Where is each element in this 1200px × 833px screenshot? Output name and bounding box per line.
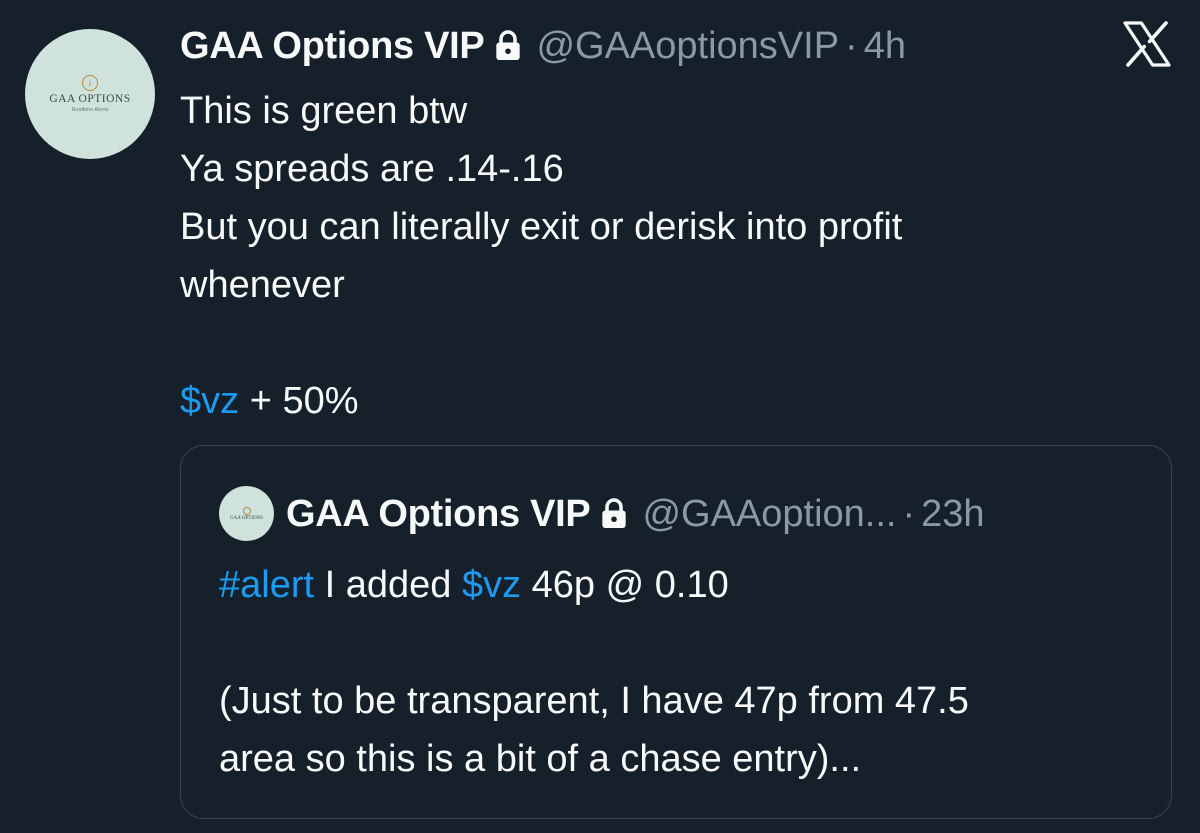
- separator-dot: ·: [845, 24, 858, 67]
- x-logo-icon[interactable]: [1123, 21, 1171, 67]
- quoted-handle[interactable]: @GAAoption...: [642, 493, 896, 536]
- quoted-tweet-header: GAA Options VIP @GAAoption... · 23h: [286, 486, 985, 542]
- separator-dot: ·: [902, 492, 916, 535]
- quoted-tweet-text: #alert I added $vz 46p @ 0.10 (Just to b…: [219, 556, 1149, 788]
- tweet-text-line: $vz + 50%: [180, 372, 1130, 430]
- quoted-tweet[interactable]: GAA OPTIONS GAA Options VIP @GAAoption..…: [180, 445, 1172, 819]
- quoted-avatar[interactable]: GAA OPTIONS: [219, 486, 274, 541]
- tweet-text-line: [180, 314, 1130, 372]
- timestamp[interactable]: 4h: [864, 25, 906, 68]
- quoted-text-part: 46p @ 0.10: [521, 564, 729, 606]
- lock-icon: [496, 30, 521, 60]
- tweet-text-line: This is green btw: [180, 90, 468, 132]
- tweet-text-line: But you can literally exit or derisk int…: [180, 206, 903, 248]
- logo-mark-icon: [242, 506, 251, 515]
- logo-mark-icon: i: [82, 74, 98, 91]
- quoted-timestamp[interactable]: 23h: [921, 493, 984, 536]
- display-name[interactable]: GAA Options VIP: [180, 25, 485, 68]
- quoted-text-line: (Just to be transparent, I have 47p from…: [219, 680, 969, 722]
- tweet-text: This is green btw Ya spreads are .14-.16…: [180, 82, 1130, 430]
- avatar[interactable]: i GAA OPTIONS Realtime Alerts: [25, 29, 155, 159]
- quoted-avatar-logo-name: GAA OPTIONS: [230, 515, 263, 521]
- avatar-logo-sub: Realtime Alerts: [71, 107, 109, 114]
- tweet-text-line: Ya spreads are .14-.16: [180, 148, 564, 190]
- quoted-text-line: area so this is a bit of a chase entry).…: [219, 738, 862, 780]
- quoted-display-name[interactable]: GAA Options VIP: [286, 493, 591, 536]
- quoted-text-line: #alert I added $vz 46p @ 0.10: [219, 556, 1149, 614]
- ticker-suffix: + 50%: [239, 380, 359, 422]
- cashtag-link[interactable]: $vz: [180, 380, 239, 422]
- quoted-text-part: I added: [314, 564, 462, 606]
- avatar-logo-name: GAA OPTIONS: [49, 92, 131, 105]
- tweet-header: GAA Options VIP @GAAoptionsVIP · 4h: [180, 20, 906, 72]
- tweet-text-line: whenever: [180, 264, 345, 306]
- cashtag-link[interactable]: $vz: [462, 564, 521, 606]
- lock-icon: [602, 498, 627, 528]
- handle[interactable]: @GAAoptionsVIP: [536, 25, 839, 68]
- hashtag-link[interactable]: #alert: [219, 564, 314, 606]
- quoted-text-line: [219, 614, 1149, 672]
